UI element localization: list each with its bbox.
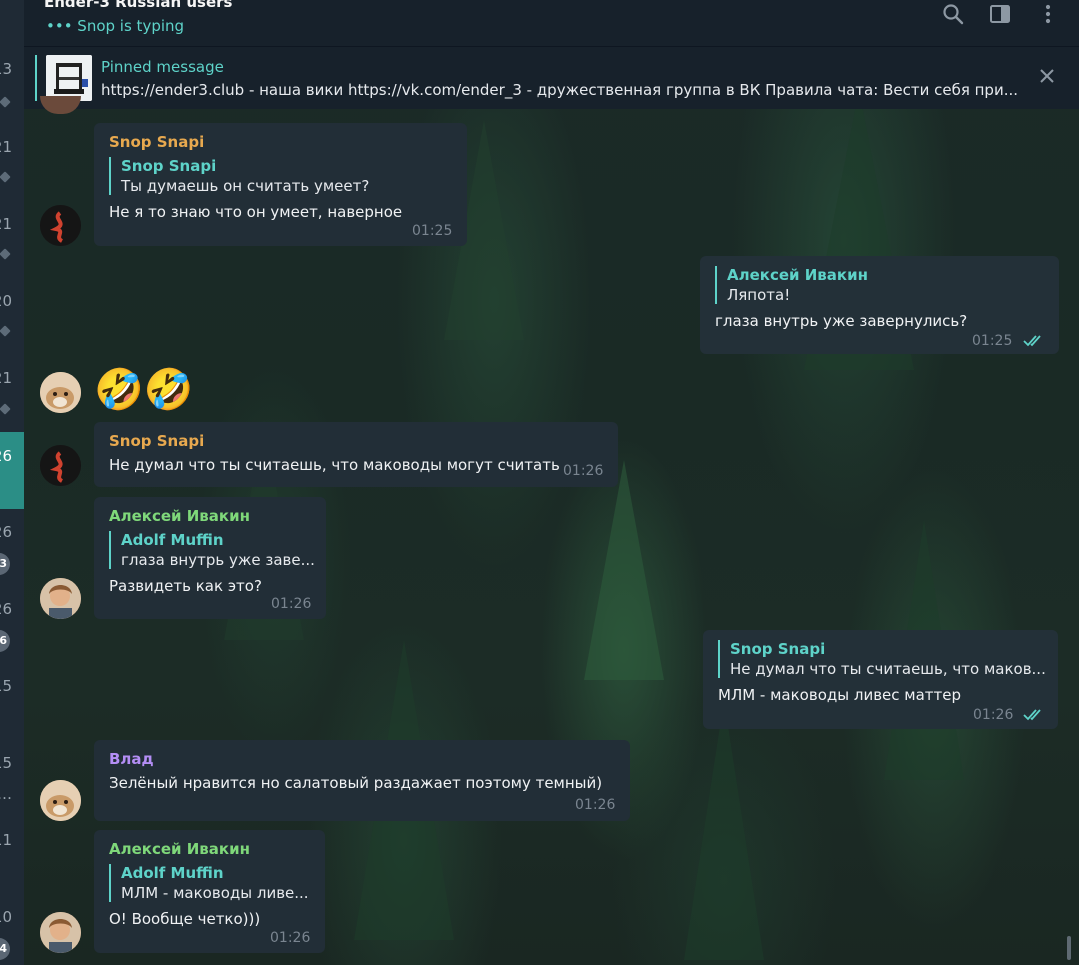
message-bubble[interactable]: Алексей Ивакин Ляпота! глаза внутрь уже … — [700, 256, 1059, 354]
message-text: О! Вообще четко))) — [109, 910, 261, 928]
unread-badge: 6 — [0, 630, 10, 652]
message-time: 01:26 — [270, 930, 311, 946]
message-bubble[interactable]: Snop Snapi Не думал что ты считаешь, что… — [94, 422, 618, 487]
reply-quote[interactable]: Алексей Ивакин Ляпота! — [715, 266, 1044, 304]
chat-list-count: 21 — [0, 138, 12, 156]
message-bubble[interactable]: Влад Зелёный нравится но салатовый разда… — [94, 740, 630, 821]
typing-status: ••• Snop is typing — [46, 17, 185, 35]
pin-icon — [0, 325, 11, 337]
message-time: 01:26 — [271, 596, 312, 612]
chat-list-count: … — [0, 785, 12, 803]
message-time: 01:25 — [972, 333, 1013, 349]
double-check-icon — [1023, 709, 1041, 721]
message-sender[interactable]: Алексей Ивакин — [109, 507, 311, 525]
avatar[interactable] — [40, 578, 81, 619]
unread-badge: 4 — [0, 938, 10, 960]
pinned-accent-bar — [35, 55, 37, 101]
reply-text: МЛМ - маководы ливе... — [121, 884, 309, 902]
reply-sender: Алексей Ивакин — [727, 266, 868, 284]
message-text: Развидеть как это? — [109, 577, 262, 595]
message-time: 01:26 — [973, 707, 1014, 723]
pin-icon — [0, 171, 11, 183]
unread-badge: 3 — [0, 553, 10, 575]
chat-list-active-item[interactable] — [0, 432, 24, 509]
reply-sender: Snop Snapi — [730, 640, 826, 658]
message-time: 01:26 — [575, 797, 616, 813]
emoji-message[interactable]: 🤣🤣 — [94, 366, 194, 414]
reply-text: Ляпота! — [727, 286, 791, 304]
pin-icon — [0, 403, 11, 415]
chat-list-count: 15 — [0, 677, 12, 695]
message-sender[interactable]: Алексей Ивакин — [109, 840, 310, 858]
avatar[interactable] — [40, 912, 81, 953]
chat-list-strip[interactable]: 13 21 21 20 21 26 26 3 26 6 15 15 … 11 1… — [0, 0, 24, 965]
message-sender[interactable]: Влад — [109, 750, 615, 768]
pin-icon — [0, 248, 11, 260]
reply-text: Ты думаешь он считать умеет? — [121, 177, 370, 195]
chat-list-count: 20 — [0, 292, 12, 310]
pinned-message-bar[interactable]: Pinned message https://ender3.club - наш… — [24, 46, 1079, 109]
chat-list-count: 10 — [0, 908, 12, 926]
reply-sender: Snop Snapi — [121, 157, 217, 175]
chat-list-count: 13 — [0, 60, 12, 78]
chat-list-count: 26 — [0, 523, 12, 541]
more-vertical-icon[interactable] — [1036, 2, 1060, 26]
chat-header: Ender-3 Russian users ••• Snop is typing — [24, 0, 1079, 46]
search-icon[interactable] — [941, 2, 965, 26]
avatar[interactable] — [40, 445, 81, 486]
message-sender[interactable]: Snop Snapi — [109, 432, 603, 450]
reply-sender: Adolf Muffin — [121, 864, 224, 882]
message-bubble[interactable]: Алексей Ивакин Adolf Muffin МЛМ - маково… — [94, 830, 325, 953]
reply-quote[interactable]: Adolf Muffin МЛМ - маководы ливе... — [109, 864, 310, 902]
message-text: глаза внутрь уже завернулись? — [715, 312, 968, 330]
message-text: Зелёный нравится но салатовый раздажает … — [109, 774, 603, 792]
chat-list-count: 21 — [0, 369, 12, 387]
message-text: Не думал что ты считаешь, что маководы м… — [109, 456, 560, 474]
avatar[interactable] — [40, 205, 81, 246]
reply-quote[interactable]: Snop Snapi Не думал что ты считаешь, что… — [718, 640, 1046, 678]
pin-icon — [0, 96, 11, 108]
pinned-text: https://ender3.club - наша вики https://… — [101, 81, 1018, 99]
chat-list-count: 21 — [0, 215, 12, 233]
message-time: 01:26 — [563, 463, 604, 479]
pinned-title: Pinned message — [101, 58, 224, 76]
chat-panel: Ender-3 Russian users ••• Snop is typing — [24, 0, 1079, 965]
reply-text: глаза внутрь уже заве... — [121, 551, 315, 569]
double-check-icon — [1023, 335, 1041, 347]
message-time: 01:25 — [412, 223, 453, 239]
reply-sender: Adolf Muffin — [121, 531, 224, 549]
message-bubble[interactable]: Алексей Ивакин Adolf Muffin глаза внутрь… — [94, 497, 326, 619]
avatar[interactable] — [40, 372, 81, 413]
avatar[interactable] — [40, 780, 81, 821]
message-text: Не я то знаю что он умеет, наверное — [109, 203, 403, 221]
message-bubble[interactable]: Snop Snapi Snop Snapi Ты думаешь он счит… — [94, 123, 467, 246]
sidebar-toggle-icon[interactable] — [988, 2, 1012, 26]
message-text: МЛМ - маководы ливес маттер — [718, 686, 962, 704]
scrollbar-thumb[interactable] — [1067, 936, 1071, 960]
chat-list-count: 26 — [0, 447, 12, 465]
reply-text: Не думал что ты считаешь, что маков... — [730, 660, 1046, 678]
chat-list-count: 26 — [0, 600, 12, 618]
message-bubble[interactable]: Snop Snapi Не думал что ты считаешь, что… — [703, 630, 1058, 729]
chat-list-count: 15 — [0, 754, 12, 772]
close-icon[interactable] — [1038, 67, 1056, 85]
reply-quote[interactable]: Adolf Muffin глаза внутрь уже заве... — [109, 531, 315, 569]
chat-title[interactable]: Ender-3 Russian users — [44, 0, 232, 11]
message-sender[interactable]: Snop Snapi — [109, 133, 452, 151]
chat-list-count: 11 — [0, 831, 12, 849]
pinned-thumbnail — [46, 55, 92, 101]
reply-quote[interactable]: Snop Snapi Ты думаешь он считать умеет? — [109, 157, 452, 195]
